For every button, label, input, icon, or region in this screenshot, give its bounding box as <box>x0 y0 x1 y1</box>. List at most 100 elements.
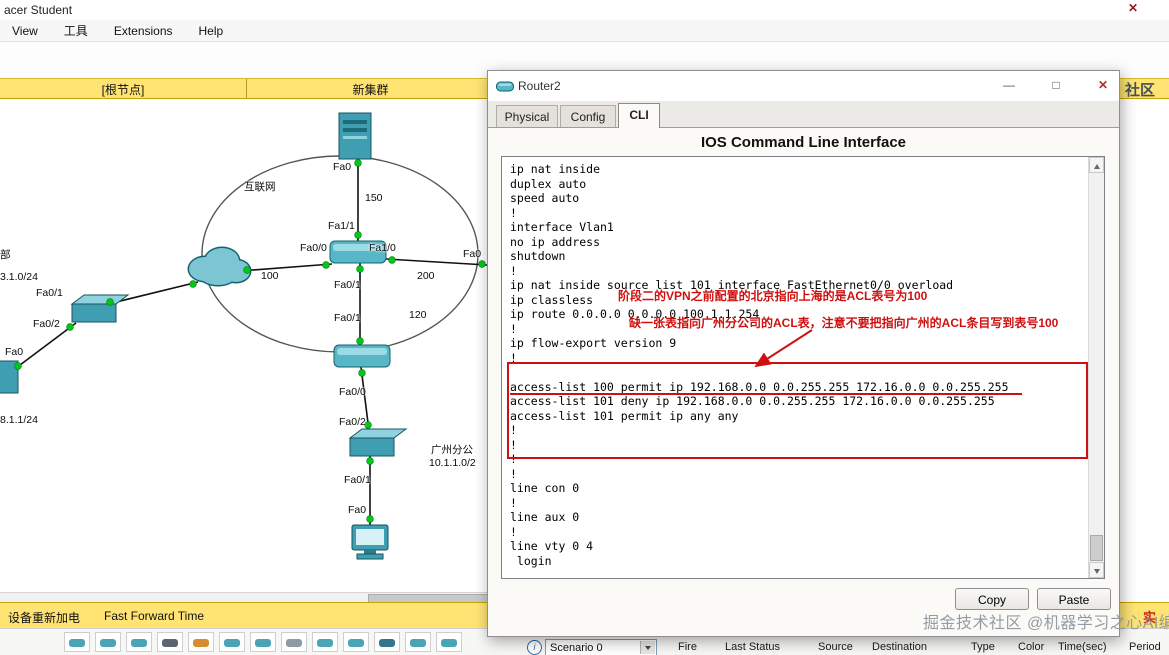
topology-label: Fa0/1 <box>334 312 361 324</box>
terminal-line: ! <box>510 205 517 220</box>
dialog-tabbar: Physical Config CLI <box>488 101 1119 128</box>
topology-label: Fa0/0 <box>300 242 327 254</box>
menu-help[interactable]: Help <box>199 24 224 38</box>
watermark-bottom: 掘金技术社区 @机器学习之心AI编 <box>923 615 1169 632</box>
menu-tools[interactable]: 工具 <box>64 22 88 39</box>
topology-label: Fa0 <box>348 504 367 516</box>
device-thumbnail[interactable] <box>64 632 90 652</box>
topology-label-cut: 8.1.1/24 <box>0 414 38 426</box>
cli-terminal[interactable]: ip nat inside duplex auto speed auto! inter… <box>501 156 1105 579</box>
link-status-leds <box>14 159 486 523</box>
terminal-output: ip nat inside duplex auto speed auto! inter… <box>510 162 1086 578</box>
router-icon <box>496 79 514 98</box>
device-thumbnail[interactable] <box>219 632 245 652</box>
paste-button[interactable]: Paste <box>1037 588 1111 610</box>
cli-heading: IOS Command Line Interface <box>700 134 907 151</box>
menu-extensions[interactable]: Extensions <box>114 24 173 38</box>
terminal-line: login <box>510 553 552 568</box>
terminal-line: ! <box>510 452 517 466</box>
terminal-line: ! <box>510 466 517 481</box>
topology-label-cut: 部 <box>0 249 11 261</box>
terminal-line: ip nat inside source list 101 interface … <box>510 278 954 292</box>
topology-label: Fa0/1 <box>344 474 371 486</box>
scrollbar-thumb[interactable] <box>1090 535 1103 561</box>
terminal-line: ip route 0.0.0.0 0.0.0.0 100.1.1.254 <box>510 307 760 321</box>
event-header-period: Period <box>1129 641 1161 653</box>
tab-cli[interactable]: CLI <box>618 103 660 128</box>
device-thumbnail[interactable] <box>436 632 462 652</box>
menu-view[interactable]: View <box>12 24 38 38</box>
event-header-color: Color <box>1018 641 1045 653</box>
chevron-down-icon[interactable] <box>640 641 655 654</box>
event-header-source: Source <box>818 641 853 653</box>
topology-label-guangzhou: 广州分公 <box>431 444 473 456</box>
scroll-down-icon[interactable] <box>1089 562 1104 578</box>
device-thumbnail[interactable] <box>157 632 183 652</box>
topology-label: Fa1/0 <box>369 242 396 254</box>
server-device <box>338 112 372 160</box>
terminal-line: ip flow-export version 9 <box>510 336 677 350</box>
root-node-label[interactable]: [根节点] <box>0 81 246 98</box>
power-cycle-button[interactable]: 设备重新加电 <box>8 609 80 626</box>
topology-label: 150 <box>365 192 383 204</box>
terminal-line: interface Vlan1 <box>510 220 614 234</box>
device-thumbnail[interactable] <box>374 632 400 652</box>
close-icon[interactable]: ✕ <box>1092 76 1114 95</box>
device-thumbnail[interactable] <box>281 632 307 652</box>
canvas-hscrollbar[interactable] <box>0 592 488 603</box>
device-thumbnail[interactable] <box>312 632 338 652</box>
copy-button[interactable]: Copy <box>955 588 1029 610</box>
topology-label: 120 <box>409 309 427 321</box>
scenario-select[interactable]: Scenario 0 <box>545 639 657 655</box>
terminal-line: ! <box>510 263 517 278</box>
router2-dialog: Router2 — □ ✕ Physical Config CLI IOS Co… <box>487 70 1120 637</box>
device-thumbnail[interactable] <box>250 632 276 652</box>
terminal-line: ! <box>510 437 517 452</box>
event-header-fire: Fire <box>678 641 697 653</box>
device-thumbnail[interactable] <box>405 632 431 652</box>
terminal-line: ! <box>510 350 517 365</box>
terminal-line: line con 0 <box>510 481 580 495</box>
device-thumbnail[interactable] <box>95 632 121 652</box>
topology-label: 100 <box>261 270 279 282</box>
device-thumbnail[interactable] <box>188 632 214 652</box>
terminal-scrollbar[interactable] <box>1088 157 1104 578</box>
terminal-line: ip nat inside <box>510 162 601 176</box>
maximize-button[interactable]: □ <box>1045 76 1067 95</box>
scenario-info-icon[interactable]: i <box>527 640 542 655</box>
terminal-line: ! <box>510 495 517 510</box>
terminal-line: ip classless <box>510 292 594 307</box>
topology-label: Fa0/0 <box>339 386 366 398</box>
app-titlebar: acer Student ✕ <box>0 0 1169 20</box>
scroll-up-icon[interactable] <box>1089 157 1104 173</box>
event-header-time: Time(sec) <box>1058 641 1107 653</box>
terminal-line: speed auto <box>510 191 580 205</box>
terminal-line: ! <box>510 423 517 437</box>
topology-label: Fa0/2 <box>33 318 60 330</box>
switch-left-device <box>70 294 130 323</box>
topology-graphic <box>0 112 487 560</box>
terminal-line: no ip address <box>510 234 601 249</box>
dialog-titlebar[interactable]: Router2 — □ ✕ <box>488 71 1119 102</box>
terminal-line: line aux 0 <box>510 510 580 524</box>
tab-config[interactable]: Config <box>560 105 616 127</box>
event-header-destination: Destination <box>872 641 928 653</box>
event-header-type: Type <box>971 641 995 653</box>
topology-label-internet: 互联网 <box>244 181 276 193</box>
app-close-button[interactable]: ✕ <box>1124 1 1142 17</box>
topology-label: Fa0 <box>5 346 24 358</box>
device-thumbnail[interactable] <box>343 632 369 652</box>
terminal-line: access-list 101 deny ip 192.168.0.0 0.0.… <box>510 394 995 408</box>
device-thumbnail[interactable] <box>126 632 152 652</box>
switch-guangzhou-device <box>348 428 408 457</box>
fast-forward-button[interactable]: Fast Forward Time <box>104 609 204 623</box>
topology-label: 200 <box>417 270 435 282</box>
packet-tracer-window: acer Student ✕ View 工具 Extensions Help [… <box>0 0 1169 655</box>
tab-physical[interactable]: Physical <box>496 105 558 127</box>
new-cluster-button[interactable]: 新集群 <box>247 81 494 98</box>
scenario-select-value: Scenario 0 <box>550 642 603 654</box>
terminal-line: access-list 101 permit ip any any <box>510 408 739 423</box>
topology-label: Fa0/2 <box>339 416 366 428</box>
minimize-button[interactable]: — <box>998 76 1020 95</box>
